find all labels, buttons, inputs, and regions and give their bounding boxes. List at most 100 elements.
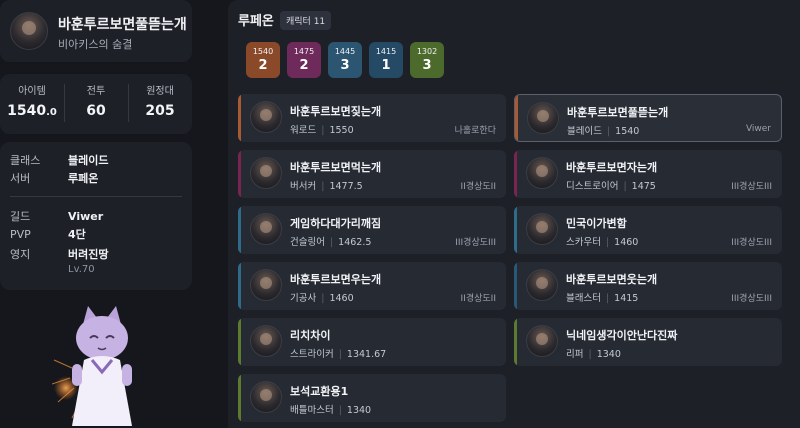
character-guild: 나홀로한다 (454, 126, 496, 136)
character-card[interactable]: 바훈투르보면짖는개워로드 | 1550 나홀로한다 (238, 94, 506, 142)
character-avatar (250, 269, 282, 301)
character-item-level: 1540 (615, 126, 640, 137)
character-class: 블래스터 (566, 293, 601, 304)
character-guild: Viwer (745, 124, 771, 134)
card-level-stripe (238, 374, 241, 422)
character-class: 블레이드 (567, 126, 602, 137)
stat-combat-level: 전투 60 (64, 82, 128, 119)
level-badge-level: 1475 (293, 47, 315, 56)
character-guild: III경상도III (731, 294, 772, 304)
info-guild-row: 길드 Viwer (10, 210, 104, 223)
card-level-stripe (514, 262, 517, 310)
character-item-level: 1475 (631, 181, 656, 192)
character-meta: 스트라이커 | 1341.67 (290, 349, 387, 360)
level-badge[interactable]: 1475 2 (287, 42, 321, 78)
character-meta: 블레이드 | 1540 (567, 126, 640, 137)
stat-expedition-level: 원정대 205 (128, 82, 192, 119)
card-level-stripe (238, 94, 241, 142)
profile-card: 바훈투르보면풀뜯는개 비아키스의 숨결 (0, 0, 192, 62)
level-badge[interactable]: 1302 3 (410, 42, 444, 78)
stat-label: 전투 (86, 86, 106, 97)
info-pvp-row: PVP 4단 (10, 228, 86, 241)
character-item-level: 1477.5 (329, 181, 363, 192)
card-level-stripe (238, 262, 241, 310)
level-badge-level: 1445 (334, 47, 356, 56)
character-name: 닉네임생각이안난다진짜 (566, 329, 678, 342)
character-class: 스트라이커 (290, 349, 334, 360)
character-avatar (250, 157, 282, 189)
character-class: 워로드 (290, 125, 317, 136)
character-class: 배틀마스터 (290, 405, 334, 416)
character-card[interactable]: 바훈투르보면웃는개블래스터 | 1415 III경상도III (514, 262, 782, 310)
character-avatar (250, 101, 282, 133)
character-class: 디스트로이어 (566, 181, 619, 192)
character-guild: III경상도III (731, 182, 772, 192)
character-meta: 워로드 | 1550 (290, 125, 354, 136)
level-badge-count: 3 (340, 58, 350, 73)
character-guild: III경상도III (455, 238, 496, 248)
stat-label: 원정대 (146, 86, 174, 97)
character-guild: III경상도III (731, 238, 772, 248)
character-name: 바훈투르보면먹는개 (290, 161, 382, 174)
character-avatar (526, 269, 558, 301)
character-name: 바훈투르보면웃는개 (566, 273, 658, 286)
card-level-stripe (514, 318, 517, 366)
character-card[interactable]: 바훈투르보면먹는개 버서커 | 1477.5 II경상도II (238, 150, 506, 198)
mascot-cat-image (52, 306, 132, 426)
estate-level: Lv.70 (68, 264, 95, 275)
character-name: 리치차이 (290, 329, 331, 342)
character-meta: 블래스터 | 1415 (566, 293, 639, 304)
character-avatar (250, 325, 282, 357)
card-level-stripe (515, 95, 518, 141)
card-level-stripe (238, 318, 241, 366)
character-item-level: 1415 (614, 293, 639, 304)
character-card[interactable]: 바훈투르보면우는개 기공사 | 1460 II경상도II (238, 262, 506, 310)
profile-title: 비아키스의 숨결 (58, 38, 133, 51)
info-divider (10, 196, 182, 197)
character-card[interactable]: 바훈투르보면풀뜯는개 블레이드 | 1540 Viwer (514, 94, 782, 142)
character-item-level: 1462.5 (338, 237, 372, 248)
character-item-level: 1341.67 (346, 349, 387, 360)
stat-value: 60 (86, 103, 106, 119)
character-card[interactable]: 리치차이스트라이커 | 1341.67 (238, 318, 506, 366)
character-item-level: 1460 (329, 293, 354, 304)
character-class: 스카우터 (566, 237, 601, 248)
level-badge-count: 2 (299, 58, 309, 73)
level-badge[interactable]: 1415 1 (369, 42, 403, 78)
character-avatar (526, 157, 558, 189)
info-estate-row: 영지 버려진땅 (10, 248, 109, 261)
character-avatar (527, 102, 559, 134)
card-level-stripe (514, 150, 517, 198)
level-badge[interactable]: 1540 2 (246, 42, 280, 78)
character-item-level: 1550 (329, 125, 354, 136)
character-card[interactable]: 게임하다대가리깨짐 건슬링어 | 1462.5 III경상도III (238, 206, 506, 254)
character-name: 바훈투르보면우는개 (290, 273, 382, 286)
level-badge-count: 3 (422, 58, 432, 73)
character-card[interactable]: 민국이가변함 스카우터 | 1460 III경상도III (514, 206, 782, 254)
level-badge[interactable]: 1445 3 (328, 42, 362, 78)
character-meta: 버서커 | 1477.5 (290, 181, 363, 192)
character-name: 바훈투르보면자는개 (566, 161, 658, 174)
character-item-level: 1460 (614, 237, 639, 248)
info-server-row: 서버 루페온 (10, 172, 99, 185)
character-card[interactable]: 바훈투르보면자는개디스트로이어 | 1475 III경상도III (514, 150, 782, 198)
level-badge-count: 2 (258, 58, 268, 73)
character-card[interactable]: 보석교환용1 배틀마스터 | 1340 (238, 374, 506, 422)
level-badge-count: 1 (381, 58, 391, 73)
character-class: 버서커 (290, 181, 317, 192)
roster-server-name: 루페온 (238, 14, 274, 29)
character-item-level: 1340 (596, 349, 621, 360)
info-card: 클래스 블레이드 서버 루페온 길드 Viwer PVP 4단 영지 버려진땅 Lv.70 (0, 142, 192, 290)
character-name: 바훈투르보면짖는개 (290, 105, 382, 118)
card-level-stripe (238, 206, 241, 254)
character-class: 기공사 (290, 293, 317, 304)
character-guild: II경상도II (460, 294, 496, 304)
character-roster-panel: 루페온 캐릭터 11 1540 2 1475 2 1445 3 1415 1 1302 3 바훈투… (228, 0, 800, 428)
character-card[interactable]: 닉네임생각이안난다진짜 리퍼 | 1340 (514, 318, 782, 366)
character-meta: 디스트로이어 | 1475 (566, 181, 656, 192)
stat-item-level: 아이템 1540.0 (0, 82, 64, 119)
card-level-stripe (514, 206, 517, 254)
character-name: 보석교환용1 (290, 385, 349, 398)
card-level-stripe (238, 150, 241, 198)
level-badge-level: 1415 (375, 47, 397, 56)
